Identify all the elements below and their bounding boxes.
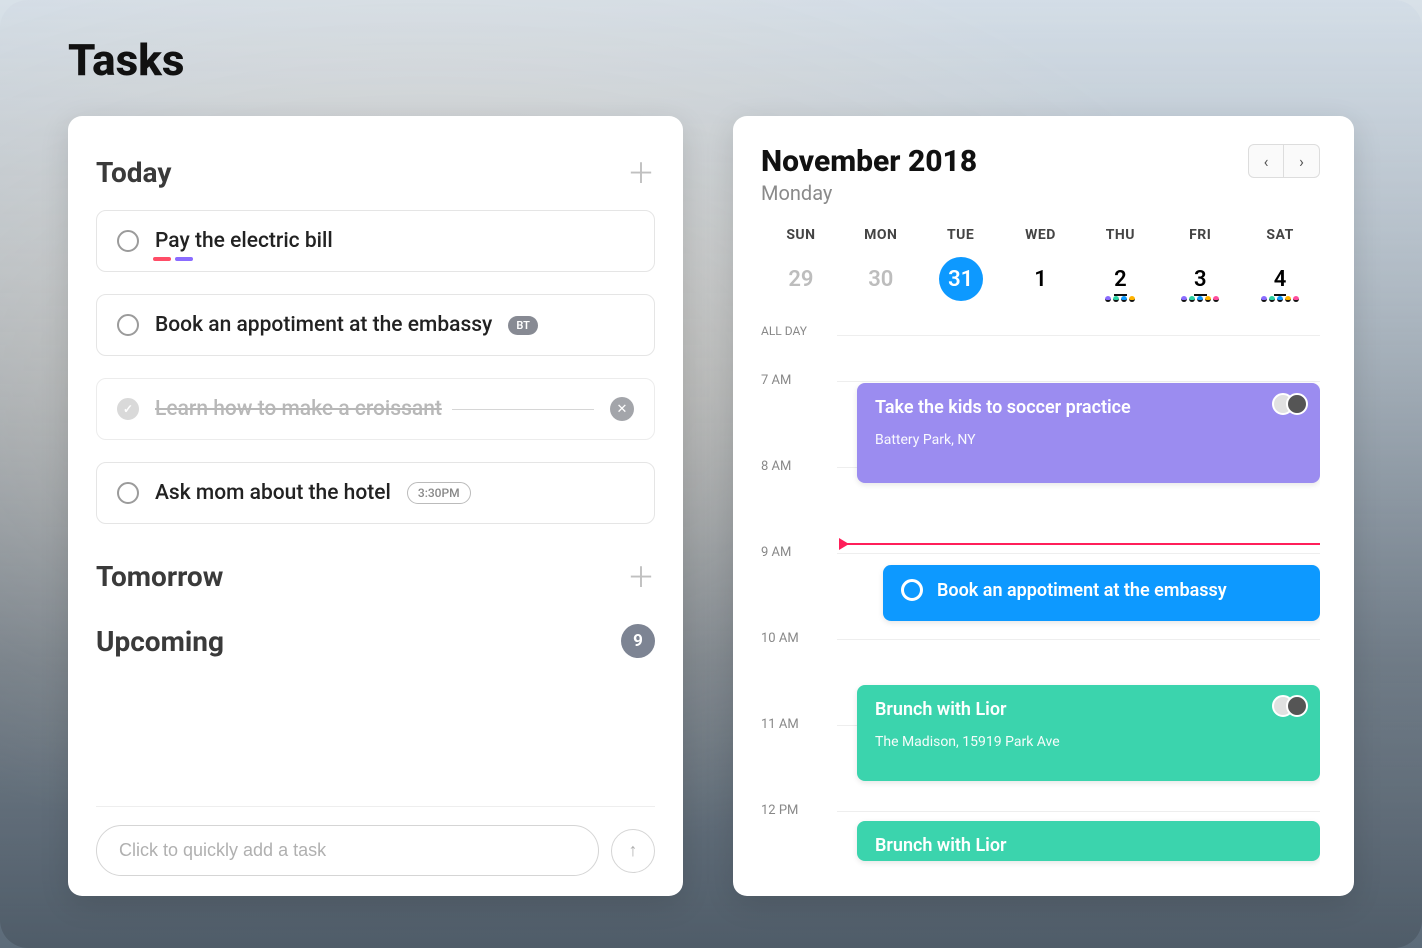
- date-row: 2930311234: [761, 257, 1320, 311]
- add-today-task-button[interactable]: ＋: [627, 152, 655, 192]
- section-tomorrow-title: Tomorrow: [96, 560, 223, 593]
- task-checkbox[interactable]: [117, 314, 139, 336]
- date-event-dots: [1181, 296, 1219, 302]
- week-day-label: TUE: [921, 227, 1001, 243]
- upcoming-count-badge: 9: [621, 624, 655, 658]
- date-event-dots: [1105, 296, 1135, 302]
- calendar-event[interactable]: Brunch with Lior: [857, 821, 1320, 861]
- event-title: Take the kids to soccer practice: [875, 397, 1302, 418]
- quick-add-submit-button[interactable]: ↑: [611, 829, 655, 873]
- task-checkbox[interactable]: [117, 230, 139, 252]
- section-today-title: Today: [96, 156, 171, 189]
- calendar-next-button[interactable]: ›: [1284, 144, 1320, 178]
- event-title: Brunch with Lior: [875, 835, 1302, 856]
- task-color-tags: [153, 257, 193, 261]
- task-checkbox[interactable]: [117, 482, 139, 504]
- event-checkbox[interactable]: [901, 579, 923, 601]
- week-day-label: THU: [1080, 227, 1160, 243]
- calendar-event[interactable]: Book an appotiment at the embassy: [883, 565, 1320, 621]
- time-label: 12 PM: [761, 803, 837, 818]
- tag-red: [153, 257, 171, 261]
- event-avatars: [1280, 695, 1308, 717]
- task-divider-line: [452, 409, 594, 410]
- today-task-list: Pay the electric bill Book an appotiment…: [96, 210, 655, 546]
- time-label: 11 AM: [761, 717, 837, 732]
- add-tomorrow-task-button[interactable]: ＋: [627, 556, 655, 596]
- time-label: 8 AM: [761, 459, 837, 474]
- week-day-label: SUN: [761, 227, 841, 243]
- timeline: 7 AM 8 AM 9 AM 10 AM 11 AM 12 PM Take the kid…: [761, 373, 1320, 883]
- task-item[interactable]: Learn how to make a croissant ✕: [96, 378, 655, 440]
- time-label: 10 AM: [761, 631, 837, 646]
- date-cell[interactable]: 4: [1240, 267, 1320, 302]
- week-day-label: FRI: [1160, 227, 1240, 243]
- calendar-panel: November 2018 Monday ‹ › SUNMONTUEWEDTHU…: [733, 116, 1354, 896]
- task-text: Learn how to make a croissant: [155, 397, 442, 421]
- tag-purple: [175, 257, 193, 261]
- week-day-label: MON: [841, 227, 921, 243]
- task-text: Book an appotiment at the embassy: [155, 313, 492, 337]
- section-upcoming-title: Upcoming: [96, 625, 224, 658]
- task-remove-button[interactable]: ✕: [610, 397, 634, 421]
- date-cell[interactable]: 1: [1001, 267, 1081, 302]
- time-label: 9 AM: [761, 545, 837, 560]
- task-checkbox-checked[interactable]: [117, 398, 139, 420]
- date-event-dots: [1261, 296, 1299, 302]
- task-time-badge: 3:30PM: [407, 482, 471, 504]
- task-item[interactable]: Ask mom about the hotel 3:30PM: [96, 462, 655, 524]
- task-text: Pay the electric bill: [155, 229, 333, 253]
- allday-divider: [837, 335, 1320, 336]
- event-subtitle: Battery Park, NY: [875, 432, 1302, 448]
- avatar: [1286, 393, 1308, 415]
- avatar: [1286, 695, 1308, 717]
- date-cell[interactable]: 29: [761, 267, 841, 302]
- allday-label: ALL DAY: [761, 324, 837, 338]
- calendar-month-label: November 2018: [761, 144, 977, 179]
- event-subtitle: The Madison, 15919 Park Ave: [875, 734, 1302, 750]
- event-title: Brunch with Lior: [875, 699, 1302, 720]
- calendar-dayname-label: Monday: [761, 181, 977, 205]
- event-avatars: [1280, 393, 1308, 415]
- calendar-event[interactable]: Take the kids to soccer practice Battery …: [857, 383, 1320, 483]
- calendar-prev-button[interactable]: ‹: [1248, 144, 1284, 178]
- tasks-panel: Today ＋ Pay the electric bill Book an ap…: [68, 116, 683, 896]
- event-title: Book an appotiment at the embassy: [901, 579, 1302, 601]
- week-day-label: WED: [1001, 227, 1081, 243]
- task-item[interactable]: Book an appotiment at the embassy BT: [96, 294, 655, 356]
- date-cell[interactable]: 31: [921, 257, 1001, 311]
- date-cell[interactable]: 3: [1160, 267, 1240, 302]
- week-day-label: SAT: [1240, 227, 1320, 243]
- time-label: 7 AM: [761, 373, 837, 388]
- date-cell[interactable]: 2: [1080, 267, 1160, 302]
- week-header-row: SUNMONTUEWEDTHUFRISAT: [761, 227, 1320, 243]
- page-title: Tasks: [20, 20, 1402, 86]
- task-item[interactable]: Pay the electric bill: [96, 210, 655, 272]
- task-text: Ask mom about the hotel: [155, 481, 391, 505]
- task-badge: BT: [508, 316, 538, 335]
- quick-add-input[interactable]: [96, 825, 599, 876]
- calendar-event[interactable]: Brunch with Lior The Madison, 15919 Park …: [857, 685, 1320, 781]
- date-cell[interactable]: 30: [841, 267, 921, 302]
